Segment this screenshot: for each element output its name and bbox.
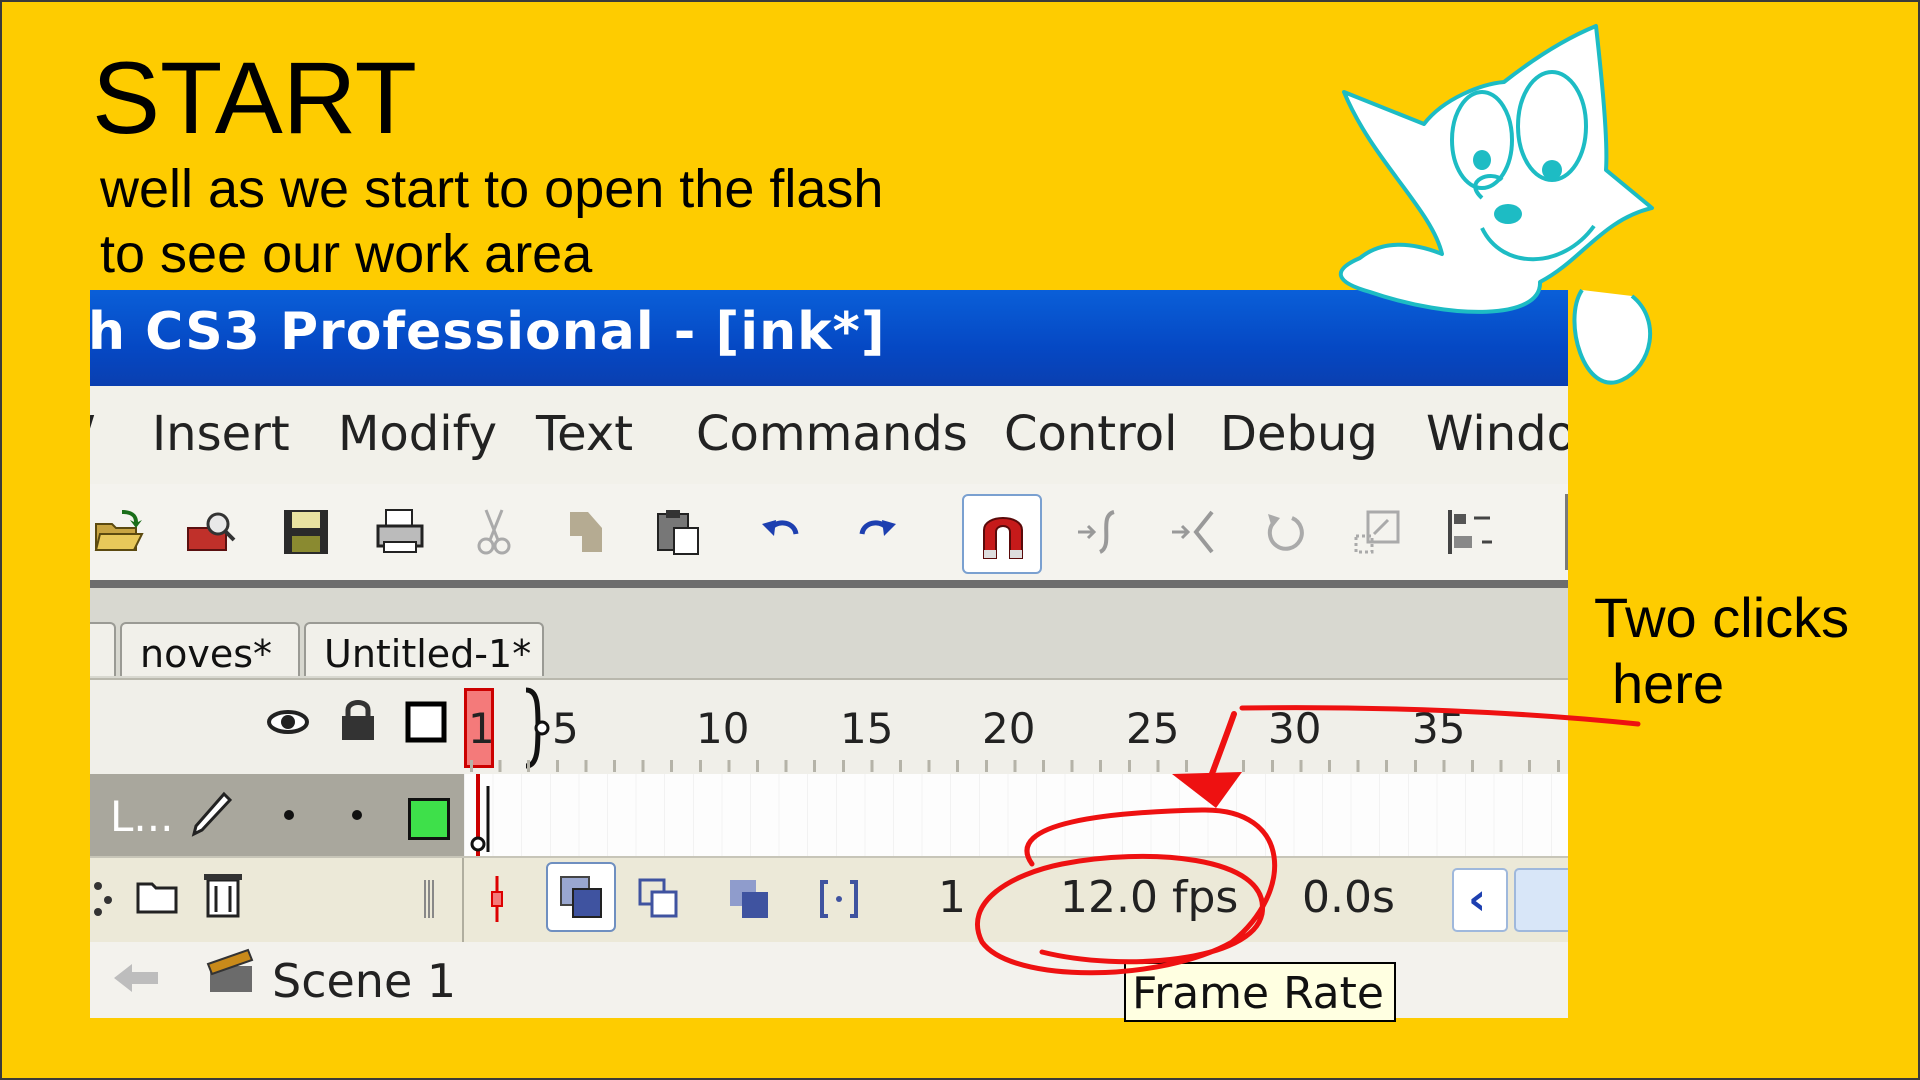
onion-skin-outlines-icon[interactable] <box>636 876 682 922</box>
document-tabs: noves* Untitled-1* <box>90 588 1568 680</box>
straighten-icon[interactable] <box>1168 506 1220 558</box>
center-frame-icon[interactable] <box>488 874 506 924</box>
menu-modify[interactable]: Modify <box>338 406 497 462</box>
frame-cells[interactable] <box>464 774 1568 856</box>
toolbar-grip[interactable] <box>1565 494 1568 570</box>
window-title: sh CS3 Professional - [ink*] <box>90 302 886 362</box>
frame-number: 30 <box>1268 704 1322 753</box>
scroll-left-button[interactable]: ‹ <box>1452 868 1508 932</box>
snap-to-objects-button[interactable] <box>962 494 1042 574</box>
cat-eye-left <box>1450 90 1514 190</box>
visibility-dot[interactable] <box>284 810 294 820</box>
panel-resize-handle[interactable] <box>424 880 434 918</box>
layer-name[interactable]: L... <box>110 792 173 841</box>
outline-icon[interactable] <box>404 700 448 744</box>
frame-rate-tooltip: Frame Rate <box>1124 962 1396 1022</box>
divider <box>462 858 464 942</box>
back-arrow-icon[interactable] <box>110 958 162 998</box>
slide: START well as we start to open the flash… <box>0 0 1920 1080</box>
menubar: / Insert Modify Text Commands Control De… <box>90 386 1568 484</box>
tab-partial[interactable] <box>90 622 116 676</box>
frame-number: 1 <box>468 704 495 753</box>
lock-icon[interactable] <box>338 698 378 742</box>
layer-color-swatch[interactable] <box>408 798 450 840</box>
frame-number: 15 <box>840 704 894 753</box>
elapsed-time: 0.0s <box>1302 872 1395 923</box>
frame-number: 35 <box>1412 704 1466 753</box>
callout-line-1: Two clicks <box>1594 586 1850 649</box>
cut-icon[interactable] <box>468 506 520 558</box>
frame-number: 25 <box>1126 704 1180 753</box>
keyframe-marker[interactable] <box>466 784 492 854</box>
frame-number: 5 <box>552 704 579 753</box>
onion-skin-button[interactable] <box>546 862 616 932</box>
tab-noves[interactable]: noves* <box>120 622 300 676</box>
timeline-status-bar: 1 12.0 fps 0.0s ‹ <box>90 856 1568 942</box>
main-toolbar <box>90 484 1568 588</box>
cat-pupil-left <box>1473 150 1491 170</box>
align-icon[interactable] <box>1444 506 1496 558</box>
scene-label[interactable]: Scene 1 <box>272 954 456 1008</box>
chevron-left-icon: ‹ <box>1468 874 1487 925</box>
slide-title: START <box>92 41 417 155</box>
pencil-icon[interactable] <box>190 790 232 838</box>
lock-dot[interactable] <box>352 810 362 820</box>
modify-onion-markers-icon[interactable] <box>816 876 862 922</box>
cat-nose <box>1494 204 1522 224</box>
frame-number: 20 <box>982 704 1036 753</box>
add-motion-guide-icon[interactable] <box>90 876 116 922</box>
redo-icon[interactable] <box>850 506 902 558</box>
frame-number: 10 <box>696 704 750 753</box>
tab-untitled-1[interactable]: Untitled-1* <box>304 622 544 676</box>
frame-rate[interactable]: 12.0 fps <box>1060 872 1238 923</box>
cat-mascot <box>1338 24 1654 385</box>
scroll-right-button[interactable] <box>1514 868 1568 932</box>
rotate-skew-icon[interactable] <box>1260 506 1312 558</box>
menu-window[interactable]: Windo <box>1426 406 1568 462</box>
eye-icon[interactable] <box>266 700 310 744</box>
menu-item-partial[interactable]: / <box>90 406 94 462</box>
scale-icon[interactable] <box>1352 506 1404 558</box>
menu-control[interactable]: Control <box>1004 406 1178 462</box>
paste-icon[interactable] <box>652 506 704 558</box>
edit-multiple-frames-icon[interactable] <box>726 876 772 922</box>
menu-insert[interactable]: Insert <box>152 406 290 462</box>
frame-ruler-ticks <box>470 760 1568 772</box>
undo-icon[interactable] <box>756 506 808 558</box>
cat-paw <box>1572 288 1652 385</box>
open-folder-icon[interactable] <box>92 506 144 558</box>
menu-text[interactable]: Text <box>536 406 633 462</box>
layer-row[interactable]: L... <box>90 774 1568 856</box>
save-icon[interactable] <box>280 506 332 558</box>
current-frame: 1 <box>938 872 966 923</box>
menu-debug[interactable]: Debug <box>1220 406 1378 462</box>
find-icon[interactable] <box>184 506 236 558</box>
cat-pupil-right <box>1542 160 1562 180</box>
magnet-icon <box>983 517 1023 559</box>
layer-header[interactable]: L... <box>90 774 464 856</box>
print-icon[interactable] <box>374 506 426 558</box>
trash-icon[interactable] <box>202 870 244 920</box>
copy-icon[interactable] <box>560 506 612 558</box>
folder-icon[interactable] <box>134 876 180 916</box>
callout-line-2: here <box>1612 652 1725 715</box>
clapperboard-icon <box>206 948 254 992</box>
slide-subtitle-line-1: well as we start to open the flash <box>100 159 884 219</box>
menu-commands[interactable]: Commands <box>696 406 968 462</box>
smooth-icon[interactable] <box>1074 506 1126 558</box>
slide-subtitle-line-2: to see our work area <box>100 224 593 284</box>
timeline-header: 1 5 10 15 20 25 30 35 <box>90 680 1568 774</box>
